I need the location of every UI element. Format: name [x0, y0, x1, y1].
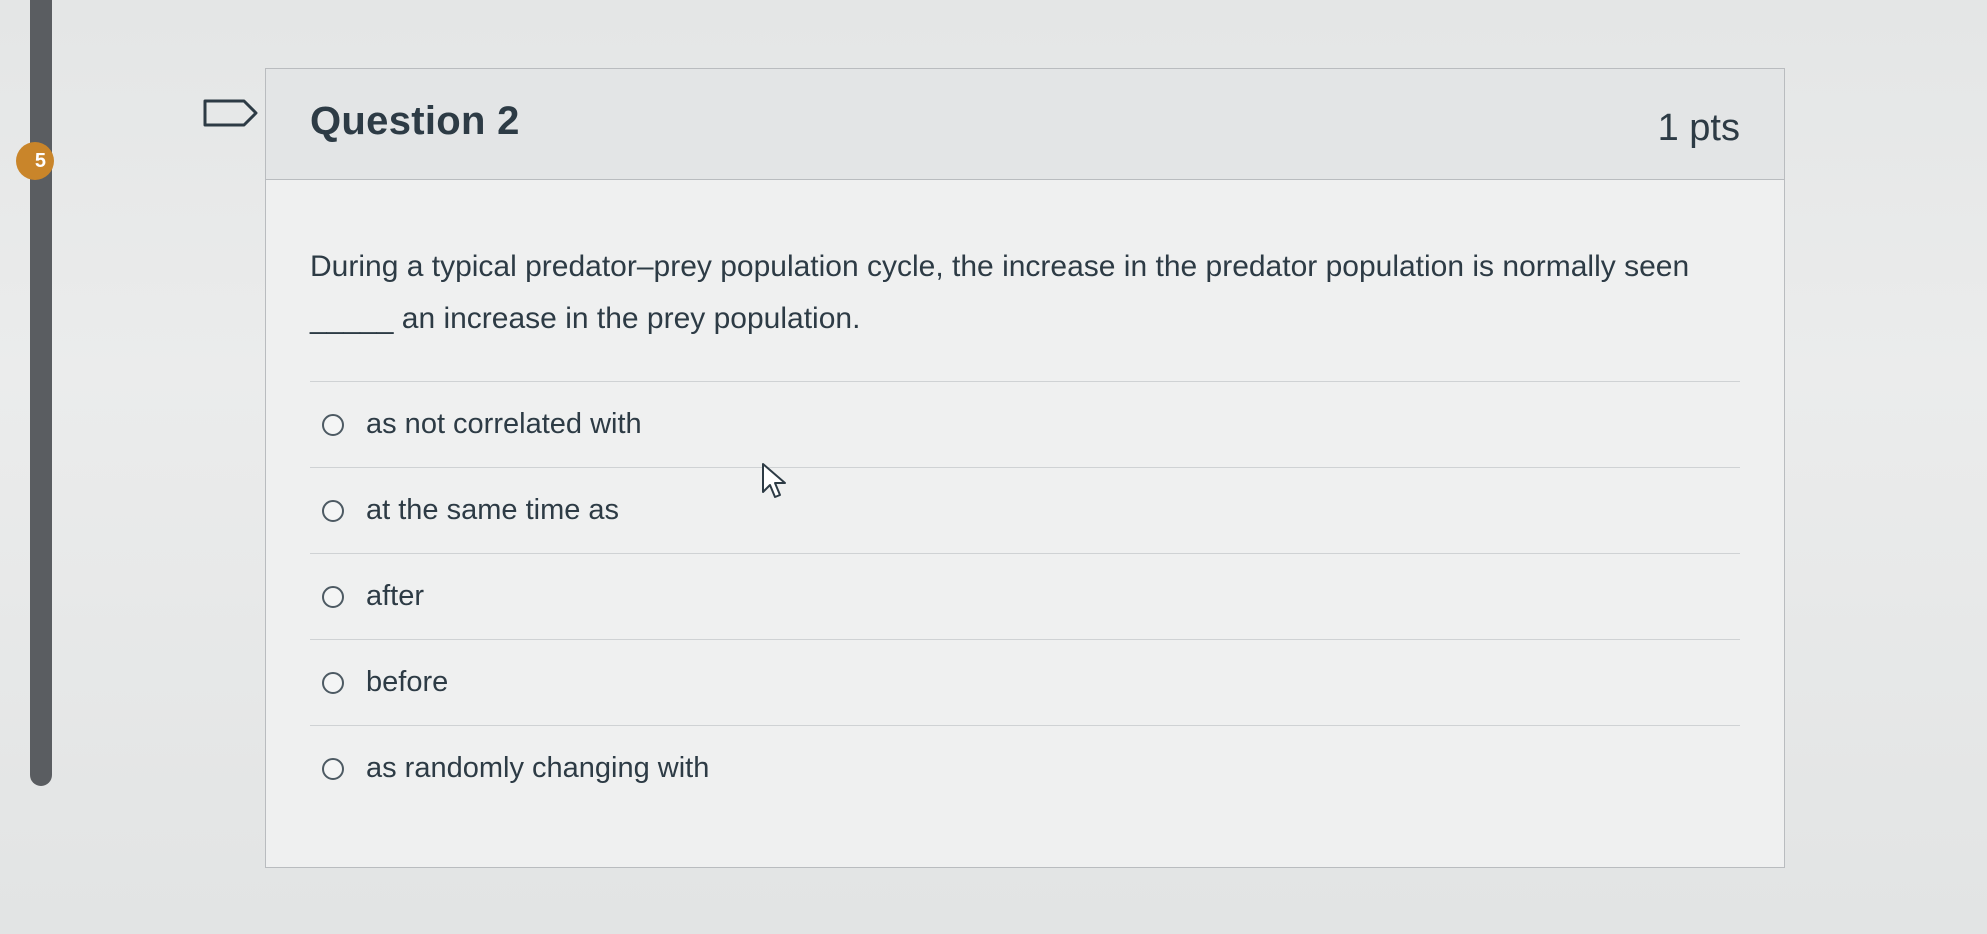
radio-button[interactable]	[322, 757, 344, 780]
answer-label[interactable]: after	[366, 580, 424, 613]
answer-option[interactable]: as randomly changing with	[310, 725, 1740, 811]
question-text: During a typical predator–prey populatio…	[310, 250, 1690, 335]
question-title: Question 2	[310, 99, 520, 143]
answer-label[interactable]: at the same time as	[366, 494, 619, 527]
answer-option[interactable]: after	[310, 553, 1740, 639]
answer-label[interactable]: before	[366, 666, 448, 699]
flag-outline-icon[interactable]	[202, 98, 260, 128]
question-points: 1 pts	[1657, 107, 1740, 149]
question-header: Question 2 1 pts	[266, 69, 1784, 180]
left-scroll-rail[interactable]: 5	[16, 0, 54, 786]
mouse-pointer-icon	[762, 463, 786, 498]
radio-button[interactable]	[322, 671, 344, 694]
radio-button[interactable]	[322, 413, 344, 436]
radio-button[interactable]	[322, 585, 344, 608]
answer-label[interactable]: as randomly changing with	[366, 752, 709, 785]
answer-option[interactable]: as not correlated with	[310, 381, 1740, 467]
answer-list: as not correlated with at the same time …	[310, 381, 1740, 811]
notification-badge: 5	[16, 142, 54, 180]
answer-option[interactable]: at the same time as	[310, 467, 1740, 553]
question-card: Question 2 1 pts During a typical predat…	[265, 68, 1785, 868]
answer-label[interactable]: as not correlated with	[366, 408, 642, 441]
radio-button[interactable]	[322, 499, 344, 522]
answer-option[interactable]: before	[310, 639, 1740, 725]
